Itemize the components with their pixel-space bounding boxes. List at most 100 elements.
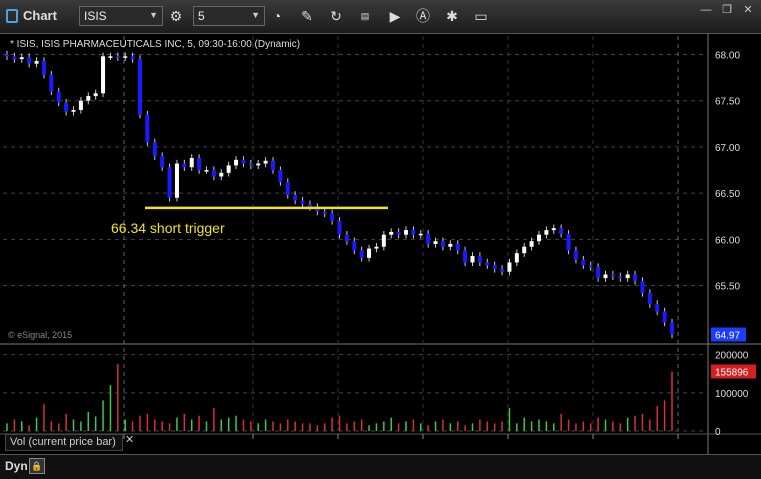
candle-body bbox=[647, 292, 652, 305]
candle-body bbox=[204, 170, 209, 172]
volume-bar bbox=[612, 421, 614, 431]
volume-bar bbox=[456, 421, 459, 431]
tools-icon[interactable]: ✱ bbox=[442, 6, 462, 26]
candle-body bbox=[300, 200, 305, 205]
play-icon[interactable]: ▶ bbox=[385, 6, 405, 26]
candle-body bbox=[285, 182, 290, 195]
candle-body bbox=[625, 274, 630, 279]
candle-body bbox=[108, 56, 113, 58]
volume-bar bbox=[72, 419, 75, 431]
volume-bar bbox=[427, 425, 429, 431]
candle-body bbox=[123, 56, 128, 58]
candle-body bbox=[256, 163, 261, 166]
price-tick-label: 65.50 bbox=[715, 282, 740, 293]
minimize-icon[interactable]: — bbox=[698, 3, 714, 17]
trigger-annotation: 66.34 short trigger bbox=[111, 220, 225, 236]
chart-area[interactable]: 68.00 67.50 67.00 66.50 66.00 65.50 200000 1000… bbox=[0, 33, 761, 454]
price-tick-label: 66.50 bbox=[715, 189, 740, 200]
volume-bar bbox=[530, 421, 533, 431]
interval-input[interactable]: 5 ▼ bbox=[193, 6, 265, 26]
lock-icon[interactable]: 🔒 bbox=[29, 458, 45, 474]
chevron-down-icon[interactable]: ▼ bbox=[251, 10, 260, 20]
candle-body bbox=[603, 274, 608, 279]
candle-body bbox=[145, 114, 150, 143]
volume-bar bbox=[604, 419, 607, 431]
volume-bar bbox=[21, 421, 23, 431]
volume-bar bbox=[161, 421, 163, 431]
volume-bar bbox=[649, 419, 651, 431]
volume-bar bbox=[420, 423, 422, 431]
candle-body bbox=[426, 233, 431, 244]
candle-body bbox=[374, 246, 379, 249]
volume-bar bbox=[43, 404, 45, 431]
candle-body bbox=[226, 165, 231, 173]
tick-icon[interactable]: ▤ bbox=[355, 6, 375, 26]
candle-body bbox=[211, 170, 216, 177]
candle-body bbox=[573, 250, 578, 260]
volume-bar bbox=[397, 423, 400, 431]
volume-tick-label: 200000 bbox=[715, 351, 749, 362]
volume-bar bbox=[464, 425, 466, 431]
link-icon[interactable]: ⚙ bbox=[166, 6, 186, 26]
volume-bar bbox=[368, 425, 370, 431]
candle-body bbox=[367, 248, 372, 258]
volume-bar bbox=[671, 371, 673, 431]
clock-icon[interactable]: ◔ bbox=[267, 6, 287, 26]
volume-bar bbox=[663, 400, 666, 431]
volume-bar bbox=[124, 419, 126, 431]
candle-body bbox=[71, 109, 76, 112]
last-price-label: 64.97 bbox=[715, 331, 740, 342]
chevron-down-icon[interactable]: ▼ bbox=[149, 10, 158, 20]
volume-bar bbox=[442, 419, 444, 431]
candle-body bbox=[322, 211, 327, 214]
candle-body bbox=[559, 228, 564, 234]
candle-body bbox=[544, 230, 549, 235]
candle-body bbox=[492, 265, 497, 269]
candle-body bbox=[344, 234, 349, 242]
candle-body bbox=[34, 60, 39, 64]
alert-icon[interactable]: Ⓐ bbox=[413, 6, 433, 26]
candle-body bbox=[293, 194, 298, 201]
volume-study-label[interactable]: Vol (current price bar) bbox=[5, 434, 123, 451]
volume-bar bbox=[338, 415, 341, 431]
candle-body bbox=[160, 156, 165, 168]
candle-body bbox=[411, 230, 416, 235]
volume-bar bbox=[523, 417, 525, 431]
volume-bar bbox=[434, 421, 437, 431]
candle-body bbox=[197, 158, 202, 171]
volume-bar bbox=[641, 413, 644, 431]
volume-bar bbox=[154, 419, 156, 431]
close-icon[interactable]: ✕ bbox=[740, 3, 756, 17]
volume-bar bbox=[168, 423, 171, 431]
close-icon[interactable]: ✕ bbox=[125, 433, 134, 446]
volume-bar bbox=[479, 419, 481, 431]
candle-body bbox=[78, 100, 83, 110]
candle-body bbox=[455, 243, 460, 251]
status-bar: Dyn 🔒 bbox=[0, 454, 761, 479]
volume-bar bbox=[102, 400, 104, 431]
candle-body bbox=[477, 255, 482, 263]
pencil-icon[interactable]: ✎ bbox=[297, 6, 317, 26]
volume-bar bbox=[294, 421, 296, 431]
candle-body bbox=[130, 56, 135, 60]
volume-bar bbox=[405, 421, 407, 431]
volume-bar bbox=[412, 419, 415, 431]
symbol-input[interactable]: ISIS ▼ bbox=[79, 6, 163, 26]
price-tick-label: 68.00 bbox=[715, 50, 740, 61]
restore-icon[interactable]: ❐ bbox=[719, 3, 735, 17]
volume-bar bbox=[205, 421, 208, 431]
candle-body bbox=[263, 160, 268, 164]
symbol-value: ISIS bbox=[84, 9, 107, 23]
volume-bar bbox=[375, 423, 378, 431]
volume-bar bbox=[250, 421, 252, 431]
last-volume-label: 155896 bbox=[715, 367, 749, 378]
candle-body bbox=[404, 230, 408, 235]
chat-icon[interactable]: ▭ bbox=[471, 6, 491, 26]
candle-body bbox=[463, 250, 468, 263]
candle-body bbox=[167, 167, 172, 198]
candle-body bbox=[396, 231, 401, 235]
candle-body bbox=[278, 170, 283, 183]
refresh-icon[interactable]: ↻ bbox=[326, 6, 346, 26]
candle-body bbox=[381, 234, 386, 247]
candle-body bbox=[93, 93, 98, 97]
